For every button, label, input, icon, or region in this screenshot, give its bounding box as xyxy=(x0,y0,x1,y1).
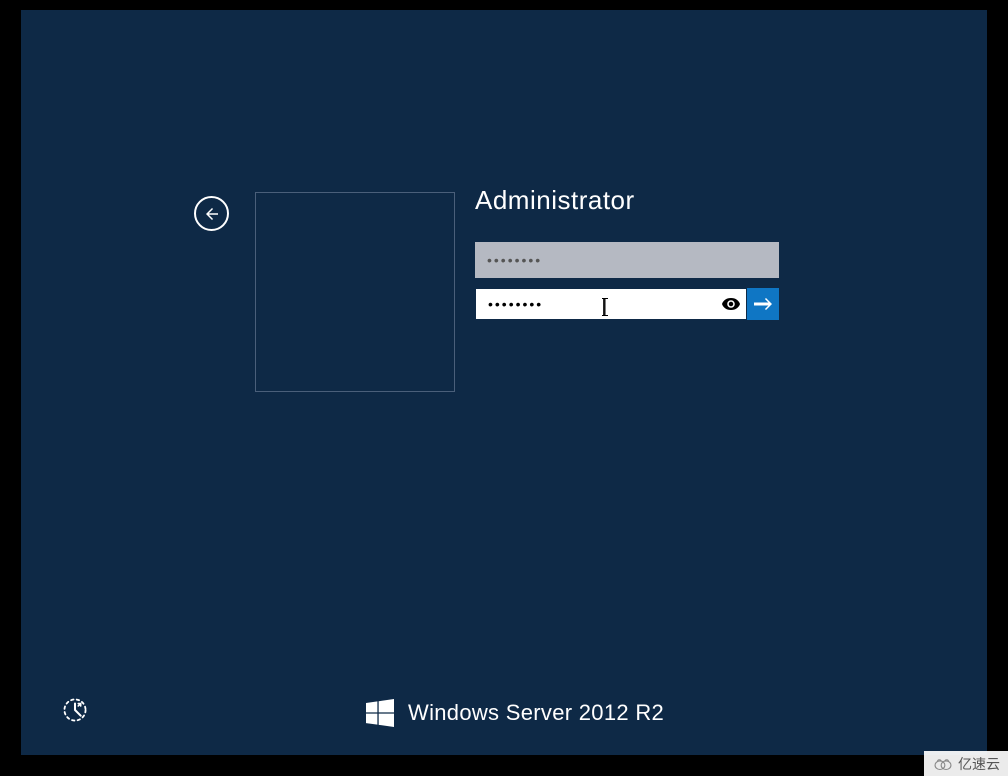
password-input[interactable] xyxy=(475,242,779,278)
login-screen: Administrator Windows Server 2012 xyxy=(21,10,987,755)
username-label: Administrator xyxy=(475,185,635,216)
submit-button[interactable] xyxy=(747,288,779,320)
back-button[interactable] xyxy=(194,196,229,231)
ease-of-access-icon xyxy=(62,697,88,723)
ease-of-access-button[interactable] xyxy=(61,697,89,725)
arrow-left-icon xyxy=(203,205,221,223)
os-brand-text: Windows Server 2012 R2 xyxy=(408,700,664,726)
arrow-right-icon xyxy=(754,297,772,311)
watermark-logo-icon xyxy=(932,756,954,772)
os-branding: Windows Server 2012 R2 xyxy=(366,699,664,727)
eye-icon xyxy=(722,297,740,311)
windows-logo-icon xyxy=(366,699,394,727)
watermark: 亿速云 xyxy=(924,751,1008,776)
user-avatar-placeholder xyxy=(255,192,455,392)
confirm-password-row xyxy=(475,288,779,320)
watermark-text: 亿速云 xyxy=(958,754,1000,774)
confirm-password-input[interactable] xyxy=(475,288,747,320)
reveal-password-button[interactable] xyxy=(721,294,741,314)
